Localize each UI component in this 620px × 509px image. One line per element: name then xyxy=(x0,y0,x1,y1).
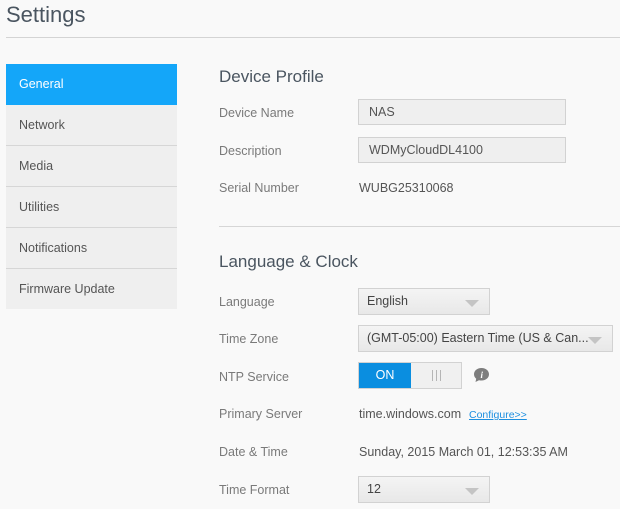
settings-sidebar: General Network Media Utilities Notifica… xyxy=(6,64,177,309)
language-select[interactable]: English xyxy=(358,288,490,315)
language-label: Language xyxy=(219,295,275,309)
toggle-grip-icon xyxy=(411,363,461,388)
description-input[interactable] xyxy=(358,137,566,163)
serial-number-value: WUBG25310068 xyxy=(359,181,454,195)
info-icon[interactable]: i xyxy=(473,367,490,383)
sidebar-item-media[interactable]: Media xyxy=(6,146,177,187)
device-name-label: Device Name xyxy=(219,106,295,120)
chevron-down-icon xyxy=(588,337,602,344)
ntp-service-toggle[interactable]: ON xyxy=(358,362,462,389)
language-select-value: English xyxy=(367,294,408,308)
time-format-label: Time Format xyxy=(219,483,290,497)
time-format-select-value: 12 xyxy=(367,482,381,496)
serial-number-label: Serial Number xyxy=(219,181,299,195)
date-time-label: Date & Time xyxy=(219,445,288,459)
sidebar-item-firmware-update[interactable]: Firmware Update xyxy=(6,269,177,309)
sidebar-item-utilities[interactable]: Utilities xyxy=(6,187,177,228)
chevron-down-icon xyxy=(465,488,479,495)
title-divider xyxy=(6,37,620,38)
time-format-select[interactable]: 12 xyxy=(358,476,490,503)
sidebar-item-network[interactable]: Network xyxy=(6,105,177,146)
sidebar-item-general[interactable]: General xyxy=(6,64,177,105)
time-zone-select-value: (GMT-05:00) Eastern Time (US & Can... xyxy=(367,331,589,345)
chevron-down-icon xyxy=(465,300,479,307)
device-profile-title: Device Profile xyxy=(219,67,324,86)
section-divider xyxy=(219,226,620,227)
language-clock-title: Language & Clock xyxy=(219,252,358,271)
primary-server-value: time.windows.com xyxy=(359,407,462,421)
configure-link[interactable]: Configure>> xyxy=(469,409,527,421)
ntp-service-label: NTP Service xyxy=(219,370,289,384)
toggle-on-label: ON xyxy=(359,363,411,388)
description-label: Description xyxy=(219,144,282,158)
primary-server-label: Primary Server xyxy=(219,407,303,421)
device-name-input[interactable] xyxy=(358,99,566,125)
time-zone-label: Time Zone xyxy=(219,332,279,346)
date-time-value: Sunday, 2015 March 01, 12:53:35 AM xyxy=(359,445,568,459)
page-title: Settings xyxy=(6,2,86,27)
time-zone-select[interactable]: (GMT-05:00) Eastern Time (US & Can... xyxy=(358,325,613,352)
sidebar-item-notifications[interactable]: Notifications xyxy=(6,228,177,269)
